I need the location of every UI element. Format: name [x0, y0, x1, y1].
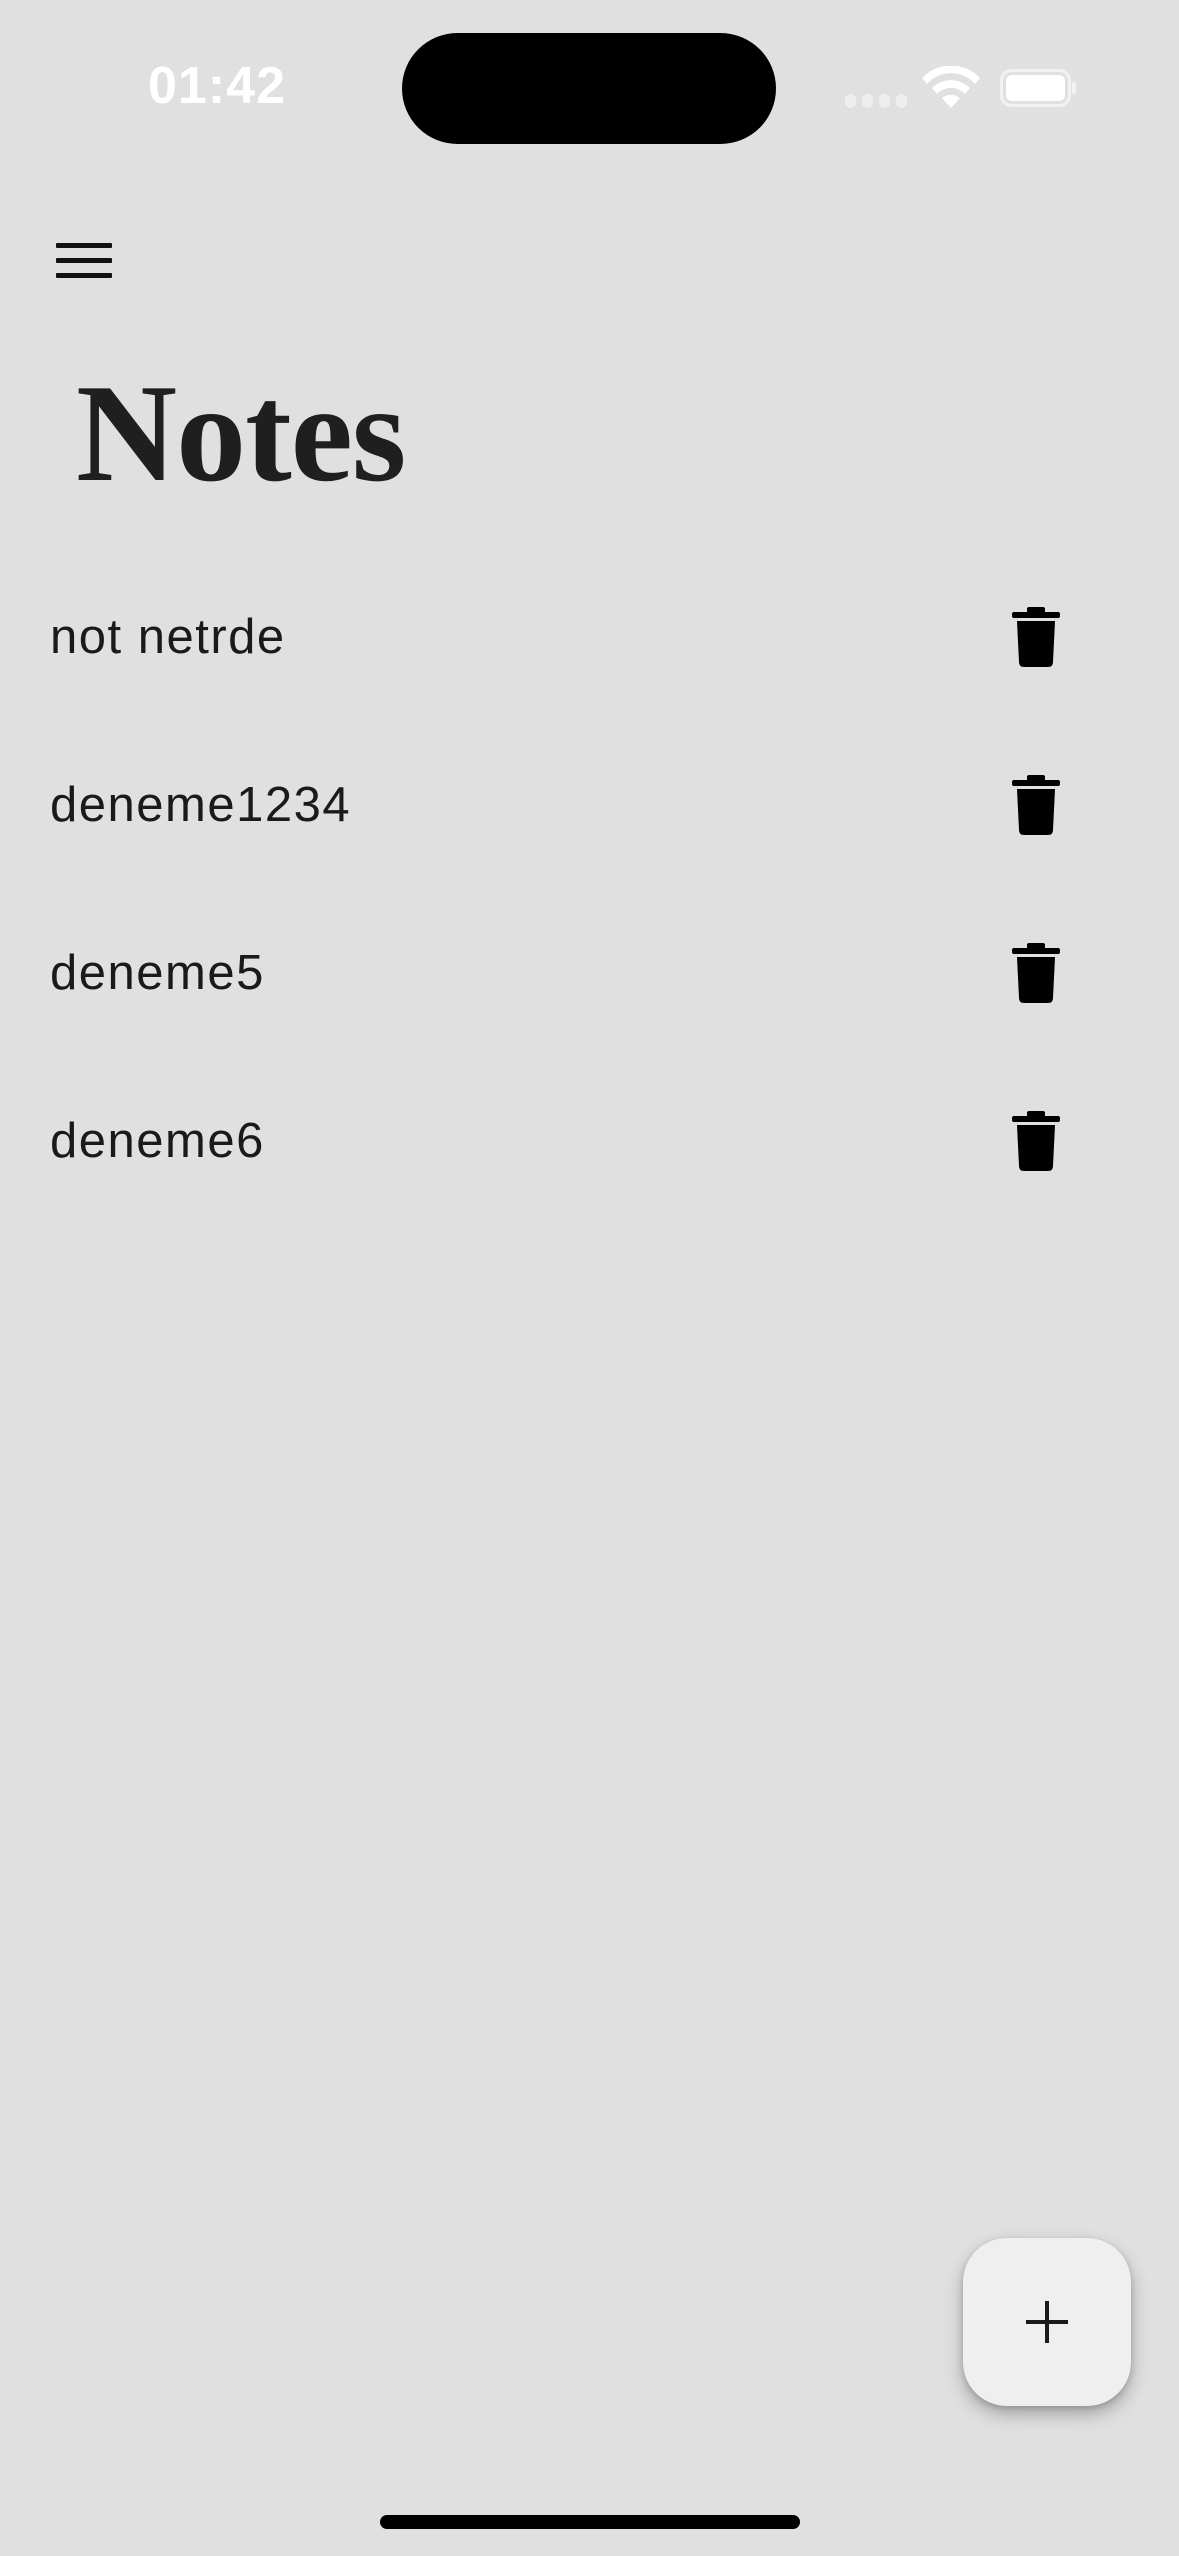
trash-icon[interactable] — [1010, 943, 1062, 1003]
trash-icon[interactable] — [1010, 1111, 1062, 1171]
note-title[interactable]: not netrde — [50, 609, 286, 665]
cellular-signal-icon — [845, 94, 907, 108]
list-item[interactable]: deneme1234 — [0, 721, 1179, 889]
battery-icon — [1000, 69, 1076, 107]
notes-list: not netrde deneme1234 deneme5 deneme6 — [0, 553, 1179, 1225]
page-title: Notes — [76, 356, 406, 511]
list-item[interactable]: deneme6 — [0, 1057, 1179, 1225]
home-indicator[interactable] — [380, 2515, 800, 2529]
trash-icon[interactable] — [1010, 607, 1062, 667]
list-item[interactable]: deneme5 — [0, 889, 1179, 1057]
hamburger-menu-icon[interactable] — [52, 238, 116, 284]
plus-icon-stroke — [1045, 2301, 1049, 2343]
trash-icon[interactable] — [1010, 775, 1062, 835]
wifi-icon — [922, 66, 980, 108]
note-title[interactable]: deneme6 — [50, 1113, 265, 1169]
dynamic-island — [402, 33, 776, 144]
list-item[interactable]: not netrde — [0, 553, 1179, 721]
status-time: 01:42 — [148, 57, 286, 115]
note-title[interactable]: deneme1234 — [50, 777, 351, 833]
add-note-button[interactable] — [963, 2238, 1131, 2406]
note-title[interactable]: deneme5 — [50, 945, 265, 1001]
